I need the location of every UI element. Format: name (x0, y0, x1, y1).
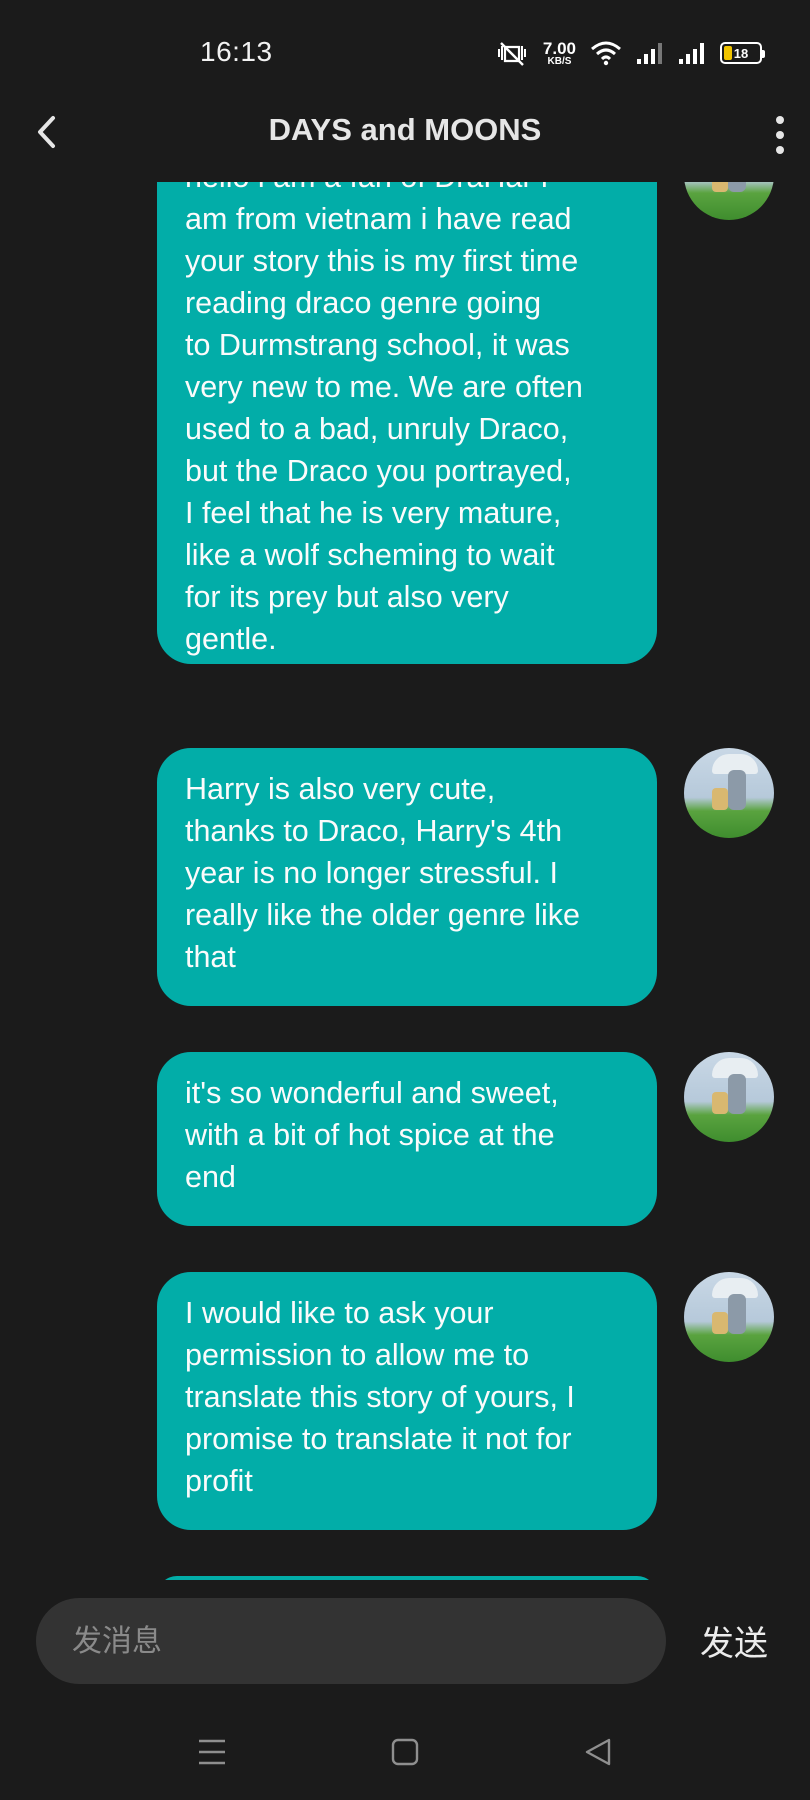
menu-icon (199, 1739, 225, 1765)
status-time: 16:13 (200, 36, 273, 67)
status-bar: 16:13 7.00 KB/S 18 (0, 0, 810, 100)
message-bubble[interactable]: I would like to ask your permission to a… (157, 1272, 657, 1530)
chat-header: DAYS and MOONS (0, 100, 810, 182)
avatar[interactable] (684, 748, 774, 838)
wifi-icon (591, 41, 621, 66)
battery-level: 18 (733, 45, 749, 61)
network-speed-unit: KB/S (547, 55, 572, 67)
mute-vibrate-icon (497, 42, 526, 66)
message-list[interactable]: hello i am a fan of DraHar i am from vie… (0, 182, 810, 1580)
network-speed-value: 7.00 (542, 38, 576, 58)
chat-title: DAYS and MOONS (268, 112, 542, 147)
network-speed: 7.00 KB/S (543, 40, 576, 67)
system-nav-bar (0, 1700, 810, 1800)
composer: 发送 (0, 1580, 810, 1700)
more-vertical-icon (776, 116, 784, 124)
back-triangle-icon (585, 1738, 611, 1766)
message-bubble[interactable]: hello i am a fan of DraHar i am from vie… (157, 182, 657, 664)
more-options-button[interactable] (760, 110, 800, 160)
message-bubble[interactable]: it's so wonderful and sweet, with a bit … (157, 1052, 657, 1226)
home-square-icon (391, 1738, 419, 1766)
recent-apps-button[interactable] (190, 1730, 234, 1774)
avatar[interactable] (684, 1052, 774, 1142)
home-button[interactable] (383, 1730, 427, 1774)
status-icons: 7.00 KB/S 18 (495, 36, 765, 70)
system-back-button[interactable] (576, 1730, 620, 1774)
battery-icon: 18 (720, 42, 765, 64)
signal-icon (637, 43, 662, 64)
avatar[interactable] (684, 182, 774, 220)
send-button[interactable]: 发送 (700, 1616, 768, 1665)
signal-icon (679, 43, 704, 64)
avatar[interactable] (684, 1272, 774, 1362)
message-bubble[interactable]: Harry is also very cute, thanks to Draco… (157, 748, 657, 1006)
message-input[interactable] (36, 1598, 666, 1684)
